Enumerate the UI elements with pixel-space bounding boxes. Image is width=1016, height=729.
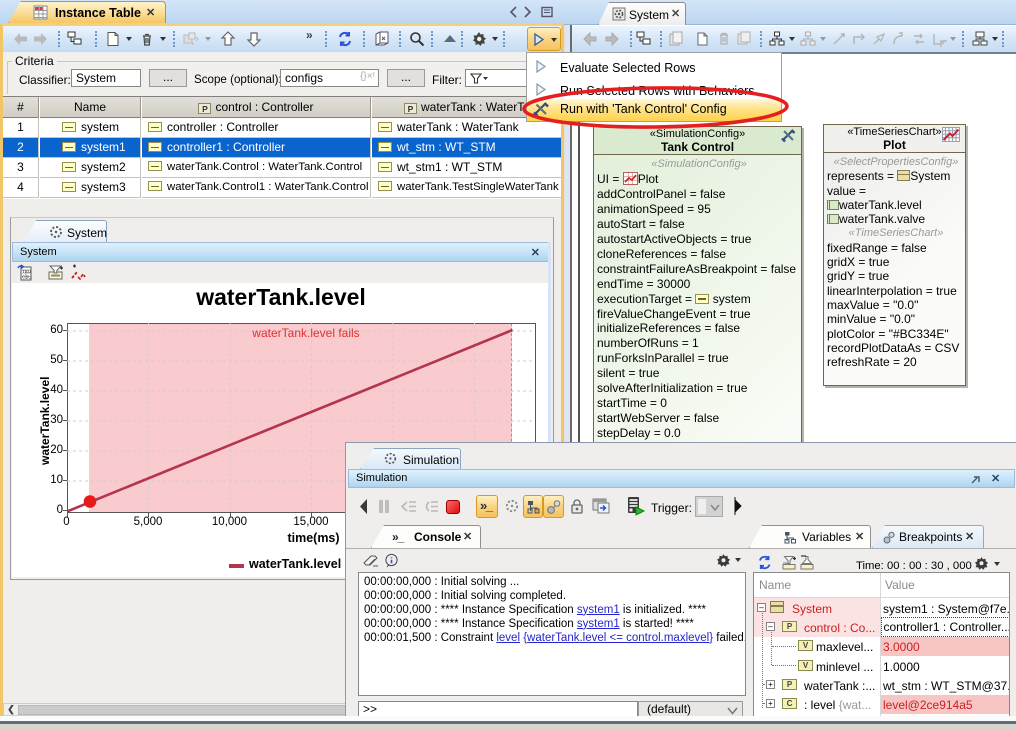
svg-text:TSU: TSU bbox=[22, 269, 31, 274]
svg-text:CSU: CSU bbox=[22, 275, 32, 280]
